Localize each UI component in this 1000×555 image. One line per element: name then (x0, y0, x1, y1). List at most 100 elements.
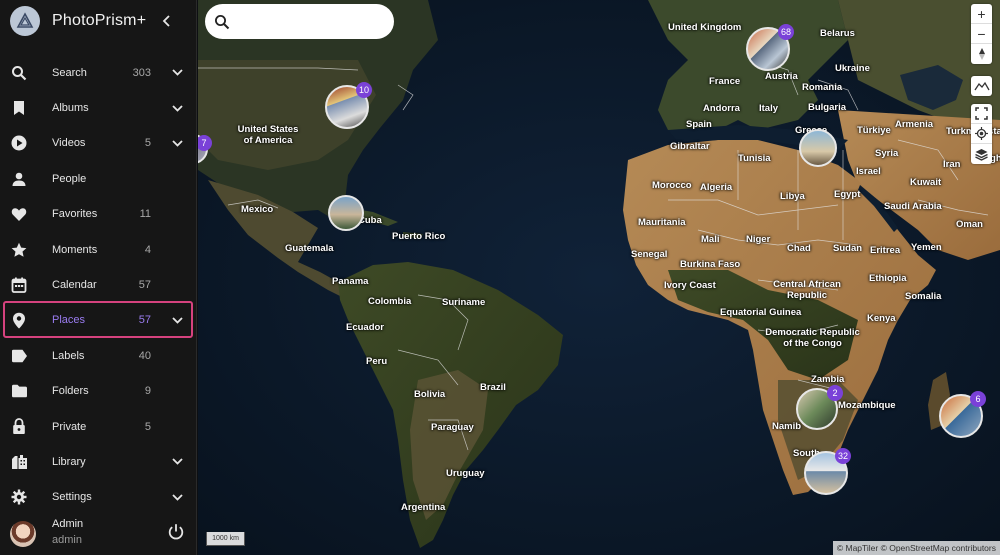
map-label: Kuwait (910, 177, 942, 188)
map-label: Guatemala (285, 243, 334, 254)
map-label: Niger (746, 234, 771, 245)
search-icon (9, 63, 29, 83)
zoom-out-button[interactable]: − (971, 24, 992, 44)
heart-icon (9, 204, 29, 224)
sidebar-item-favorites[interactable]: Favorites 11 (0, 197, 197, 232)
sidebar-item-people[interactable]: People (0, 161, 197, 196)
chevron-down-icon[interactable] (171, 137, 183, 149)
map-label: Iran (943, 159, 961, 170)
sidebar-item-count: 11 (139, 208, 151, 221)
avatar[interactable] (10, 520, 36, 547)
map-attribution[interactable]: © MapTiler © OpenStreetMap contributors (832, 541, 1000, 555)
sidebar-item-label: People (52, 172, 87, 185)
zoom-in-button[interactable]: + (971, 4, 992, 24)
sidebar-item-label: Moments (52, 243, 98, 256)
map-label: Argentina (401, 502, 446, 513)
sidebar-item-folders[interactable]: Folders 9 (0, 374, 197, 409)
app-title: PhotoPrism+ (52, 12, 147, 29)
map-label: Mauritania (638, 217, 686, 228)
map-search-box[interactable] (205, 4, 394, 39)
user-role: admin (52, 534, 82, 546)
map-label: Ethiopia (869, 273, 907, 284)
sidebar-item-label: Labels (52, 349, 85, 362)
map-label: France (709, 76, 741, 87)
cluster-count-badge: 2 (827, 385, 843, 401)
sidebar-nav: Search 303 Albums Videos 5 People Favori… (0, 55, 197, 515)
sidebar-item-library[interactable]: Library (0, 444, 197, 479)
active-item-highlight (3, 300, 193, 338)
map-label: Ivory Coast (664, 280, 716, 291)
map-label: Ecuador (346, 322, 385, 333)
user-account[interactable]: Admin admin (0, 512, 197, 555)
chevron-down-icon[interactable] (171, 491, 183, 503)
chevron-down-icon[interactable] (171, 314, 183, 326)
chevron-down-icon[interactable] (171, 67, 183, 79)
map-scale: 1000 km (206, 532, 245, 546)
sidebar-item-count: 57 (138, 314, 151, 327)
map-label: Panama (332, 276, 369, 287)
map-label: Peru (366, 356, 388, 367)
sidebar-item-count: 40 (138, 349, 151, 362)
sidebar-item-label: Settings (52, 491, 92, 504)
map-label: Gibraltar (670, 141, 710, 152)
map-label: United Kingdom (668, 22, 742, 33)
sidebar-item-search[interactable]: Search 303 (0, 55, 197, 90)
map-label: Suriname (442, 297, 486, 308)
locate-icon[interactable] (971, 124, 992, 144)
sidebar-item-places[interactable]: Places 57 (0, 300, 197, 338)
layers-icon[interactable] (971, 144, 992, 164)
map-label: Mozambique (838, 400, 896, 411)
compass-icon[interactable] (971, 44, 992, 64)
cluster-count-badge: 32 (835, 448, 851, 464)
chevron-down-icon[interactable] (171, 456, 183, 468)
sidebar-item-label: Videos (52, 137, 86, 150)
sidebar-item-count: 4 (144, 243, 151, 256)
sidebar-item-calendar[interactable]: Calendar 57 (0, 267, 197, 302)
collapse-sidebar-icon[interactable] (160, 14, 174, 28)
chevron-down-icon[interactable] (171, 102, 183, 114)
sidebar-item-label: Private (52, 420, 87, 433)
sidebar-item-label: Places (52, 314, 86, 327)
map-label: Equatorial Guinea (720, 307, 802, 318)
map-label: Brazil (480, 382, 506, 393)
sidebar-item-label: Calendar (52, 279, 97, 292)
sidebar-item-videos[interactable]: Videos 5 (0, 126, 197, 161)
map-label: Senegal (631, 249, 668, 260)
brand-header: PhotoPrism+ (0, 0, 196, 42)
fullscreen-icon[interactable] (971, 104, 992, 124)
terrain-control (971, 76, 992, 96)
map-label: Somalia (905, 291, 942, 302)
map-label: Colombia (368, 296, 412, 307)
map-label: Morocco (652, 180, 692, 191)
photo-cluster[interactable] (328, 195, 364, 231)
sidebar-item-moments[interactable]: Moments 4 (0, 232, 197, 267)
lock-icon (9, 417, 29, 437)
sidebar-item-private[interactable]: Private 5 (0, 409, 197, 444)
sidebar-item-count: 303 (132, 66, 151, 79)
photoprism-logo-icon[interactable] (10, 6, 40, 36)
map-label: Tunisia (738, 153, 771, 164)
sidebar-item-label: Favorites (52, 208, 98, 221)
zoom-controls: + − (971, 4, 992, 64)
terrain-icon[interactable] (971, 76, 992, 96)
calendar-icon (9, 275, 29, 295)
user-name: Admin (52, 518, 84, 530)
cluster-count-badge: 68 (778, 24, 794, 40)
map-label: Democratic Republic of the Congo (765, 327, 860, 349)
sidebar-item-labels[interactable]: Labels 40 (0, 338, 197, 373)
sidebar: PhotoPrism+ Search 303 Albums Videos 5 P… (0, 0, 197, 555)
map-label: Bolivia (414, 389, 446, 400)
map-label: Spain (686, 119, 712, 130)
map-label: Oman (956, 219, 983, 230)
sidebar-item-settings[interactable]: Settings (0, 480, 197, 515)
map-view[interactable]: United Kingdom Belarus Ukraine France Au… (198, 0, 1000, 555)
library-icon (9, 452, 29, 472)
map-label: Algeria (700, 182, 733, 193)
map-label: Armenia (895, 119, 934, 130)
sidebar-item-albums[interactable]: Albums (0, 90, 197, 125)
photo-cluster[interactable] (799, 129, 837, 167)
logout-power-icon[interactable] (167, 523, 185, 541)
map-label: Mali (701, 234, 720, 245)
map-search-input[interactable] (236, 14, 386, 29)
map-label: Uruguay (446, 468, 485, 479)
